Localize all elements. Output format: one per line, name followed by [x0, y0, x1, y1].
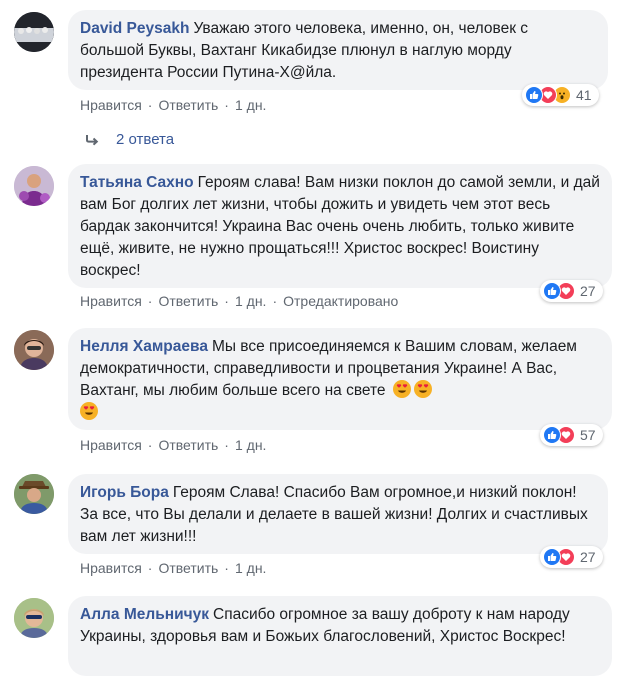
like-icon	[525, 86, 543, 104]
heart-eyes-emoji	[392, 380, 411, 398]
comment-author[interactable]: David Peysakh	[80, 20, 189, 37]
reactions-badge[interactable]: 41	[522, 84, 599, 106]
like-icon	[543, 282, 561, 300]
comment-bubble: Татьяна Сахно Героям слава! Вам низки пок…	[68, 164, 612, 288]
reactions-badge[interactable]: 27	[540, 280, 603, 302]
comment-author[interactable]: Игорь Бора	[80, 484, 169, 501]
reactions-count: 57	[580, 427, 596, 443]
comment-actions: Нравится · Ответить · 1 дн.	[80, 560, 266, 576]
separator: ·	[272, 293, 278, 309]
avatar-image	[14, 12, 54, 52]
avatar-image	[14, 598, 54, 638]
avatar[interactable]	[14, 166, 54, 206]
separator: ·	[147, 97, 153, 113]
comment-bubble: Игорь Бора Героям Слава! Спасибо Вам огро…	[68, 474, 608, 554]
timestamp-link[interactable]: 1 дн.	[235, 437, 266, 453]
comment-author[interactable]: Алла Мельничук	[80, 606, 209, 623]
comment-actions: Нравится · Ответить · 1 дн. · Отредактировано	[80, 293, 398, 309]
comment-author[interactable]: Татьяна Сахно	[80, 174, 194, 191]
avatar-image	[14, 166, 54, 206]
separator: ·	[147, 560, 153, 576]
heart-eyes-emoji	[413, 380, 432, 398]
reply-arrow-icon	[86, 134, 99, 145]
reactions-badge[interactable]: 27	[540, 546, 603, 568]
avatar[interactable]	[14, 12, 54, 52]
reactions-badge[interactable]: 57	[540, 424, 603, 446]
comment-author[interactable]: Нелля Хамраева	[80, 338, 208, 355]
like-icon	[543, 548, 561, 566]
comment-bubble: Нелля Хамраева Мы все присоединяемся к Ва…	[68, 328, 612, 430]
separator: ·	[147, 293, 153, 309]
separator: ·	[147, 437, 153, 453]
comment-bubble: David Peysakh Уважаю этого человека, имен…	[68, 10, 608, 90]
like-icon	[543, 426, 561, 444]
like-link[interactable]: Нравится	[80, 97, 142, 113]
edited-label[interactable]: Отредактировано	[283, 293, 398, 309]
timestamp-link[interactable]: 1 дн.	[235, 293, 266, 309]
reply-link[interactable]: Ответить	[158, 560, 218, 576]
comment-actions: Нравится · Ответить · 1 дн.	[80, 97, 266, 113]
reactions-count: 41	[576, 87, 592, 103]
avatar[interactable]	[14, 474, 54, 514]
comment-actions: Нравится · Ответить · 1 дн.	[80, 437, 266, 453]
separator: ·	[224, 293, 229, 309]
comment-bubble: Алла Мельничук Спасибо огромное за вашу д…	[68, 596, 612, 676]
like-link[interactable]: Нравится	[80, 437, 142, 453]
separator: ·	[224, 97, 229, 113]
reactions-count: 27	[580, 549, 596, 565]
separator: ·	[224, 437, 229, 453]
reply-link[interactable]: Ответить	[158, 97, 218, 113]
avatar[interactable]	[14, 330, 54, 370]
reply-link[interactable]: Ответить	[158, 437, 218, 453]
like-link[interactable]: Нравится	[80, 560, 142, 576]
heart-eyes-emoji	[80, 402, 98, 420]
avatar[interactable]	[14, 598, 54, 638]
separator: ·	[224, 560, 229, 576]
view-replies-link[interactable]: 2 ответа	[84, 131, 174, 148]
reactions-count: 27	[580, 283, 596, 299]
reply-link[interactable]: Ответить	[158, 293, 218, 309]
like-link[interactable]: Нравится	[80, 293, 142, 309]
avatar-image	[14, 474, 54, 514]
avatar-image	[14, 330, 54, 370]
timestamp-link[interactable]: 1 дн.	[235, 97, 266, 113]
replies-count[interactable]: 2 ответа	[116, 131, 174, 148]
timestamp-link[interactable]: 1 дн.	[235, 560, 266, 576]
